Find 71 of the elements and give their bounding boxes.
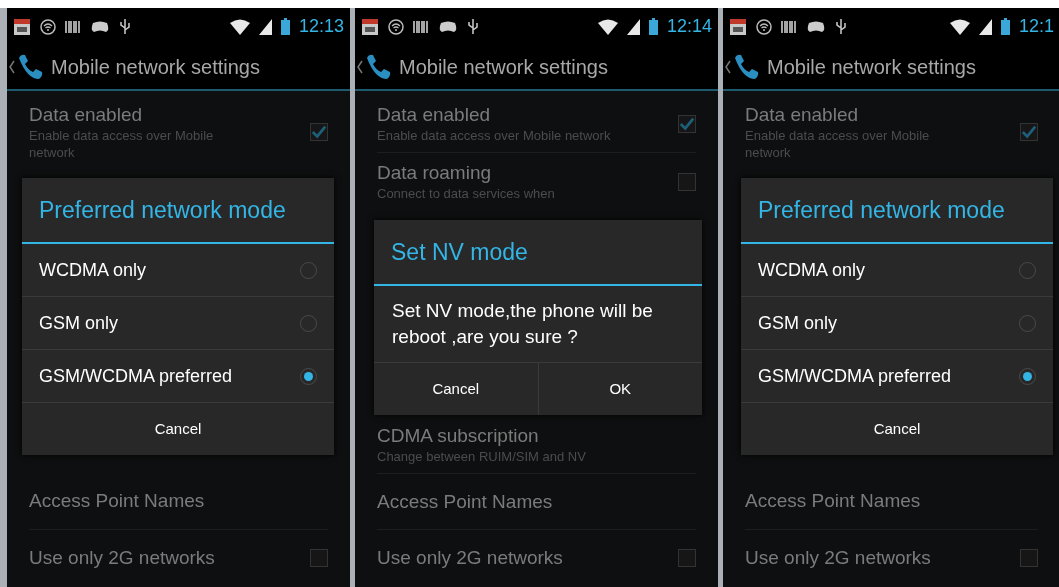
battery-icon: [280, 18, 290, 35]
setting-title: Access Point Names: [745, 489, 922, 513]
checkbox[interactable]: [678, 548, 696, 567]
barcode-icon: [781, 19, 797, 34]
barcode-icon: [65, 19, 81, 34]
back-caret-icon[interactable]: [357, 60, 363, 74]
dialog-button[interactable]: OK: [538, 363, 702, 415]
gamepad-icon: [90, 19, 110, 34]
setting-title: Use only 2G networks: [745, 545, 932, 570]
checkbox[interactable]: [1020, 123, 1038, 141]
dialog-title: Preferred network mode: [758, 195, 1005, 225]
status-time: 12:13: [298, 15, 344, 38]
checkbox[interactable]: [310, 123, 328, 141]
screen-title: Mobile network settings: [399, 55, 608, 80]
calendar-notification-icon: [729, 17, 747, 36]
setting-summary: Enable data access over Mobile network: [29, 127, 215, 161]
setting-title: Data enabled: [377, 103, 492, 127]
setting-summary: Connect to data services when: [377, 185, 556, 202]
usb-icon: [835, 18, 847, 35]
checkmark-icon: [311, 124, 327, 140]
signal-icon: [626, 18, 640, 35]
wifi-circle-icon: [40, 18, 56, 35]
barcode-icon: [413, 19, 429, 34]
gamepad-icon: [438, 19, 458, 34]
usb-icon: [467, 18, 479, 35]
setting-title: CDMA subscription: [377, 424, 540, 448]
wifi-icon: [949, 18, 970, 35]
status-time: 12:14: [666, 15, 712, 38]
network-mode-option[interactable]: GSM only: [22, 297, 334, 350]
wifi-circle-icon: [756, 18, 772, 35]
dialog-message: Set NV mode,the phone will be reboot ,are you sure ?: [392, 300, 653, 347]
checkbox[interactable]: [678, 172, 696, 191]
screen-title: Mobile network settings: [767, 55, 976, 80]
dialog-title: Preferred network mode: [39, 195, 286, 225]
battery-icon: [1000, 18, 1010, 35]
checkmark-icon: [1021, 124, 1037, 140]
checkbox[interactable]: [678, 114, 696, 133]
setting-title: Access Point Names: [377, 489, 554, 514]
back-caret-icon[interactable]: [725, 60, 731, 74]
wifi-icon: [229, 18, 250, 35]
status-time: 12:1: [1018, 15, 1054, 38]
back-caret-icon[interactable]: [9, 60, 15, 74]
network-mode-option[interactable]: WCDMA only: [741, 244, 1053, 297]
setting-title: Data enabled: [29, 103, 144, 127]
checkmark-icon: [679, 115, 695, 132]
cancel-button[interactable]: Cancel: [22, 403, 334, 455]
setting-summary: Enable data access over Mobile network: [377, 127, 612, 144]
signal-icon: [978, 18, 992, 35]
setting-title: Access Point Names: [29, 489, 206, 513]
network-mode-option[interactable]: GSM only: [741, 297, 1053, 350]
wifi-circle-icon: [388, 18, 404, 35]
battery-icon: [648, 18, 658, 35]
network-mode-option[interactable]: WCDMA only: [22, 244, 334, 297]
signal-icon: [258, 18, 272, 35]
cancel-button[interactable]: Cancel: [741, 403, 1053, 455]
calendar-notification-icon: [13, 17, 31, 36]
checkbox[interactable]: [1020, 548, 1038, 567]
screen-title: Mobile network settings: [51, 55, 260, 80]
setting-title: Use only 2G networks: [377, 545, 564, 570]
checkbox[interactable]: [310, 548, 328, 567]
usb-icon: [119, 18, 131, 35]
dialog-title: Set NV mode: [391, 237, 528, 267]
dialog-button[interactable]: Cancel: [374, 363, 539, 415]
setting-summary: Enable data access over Mobile network: [745, 127, 931, 161]
setting-title: Use only 2G networks: [29, 545, 216, 570]
wifi-icon: [597, 18, 618, 35]
gamepad-icon: [806, 19, 826, 34]
calendar-notification-icon: [361, 17, 379, 36]
setting-title: Data roaming: [377, 161, 493, 185]
setting-title: Data enabled: [745, 103, 860, 127]
setting-summary: Change between RUIM/SIM and NV: [377, 448, 587, 465]
